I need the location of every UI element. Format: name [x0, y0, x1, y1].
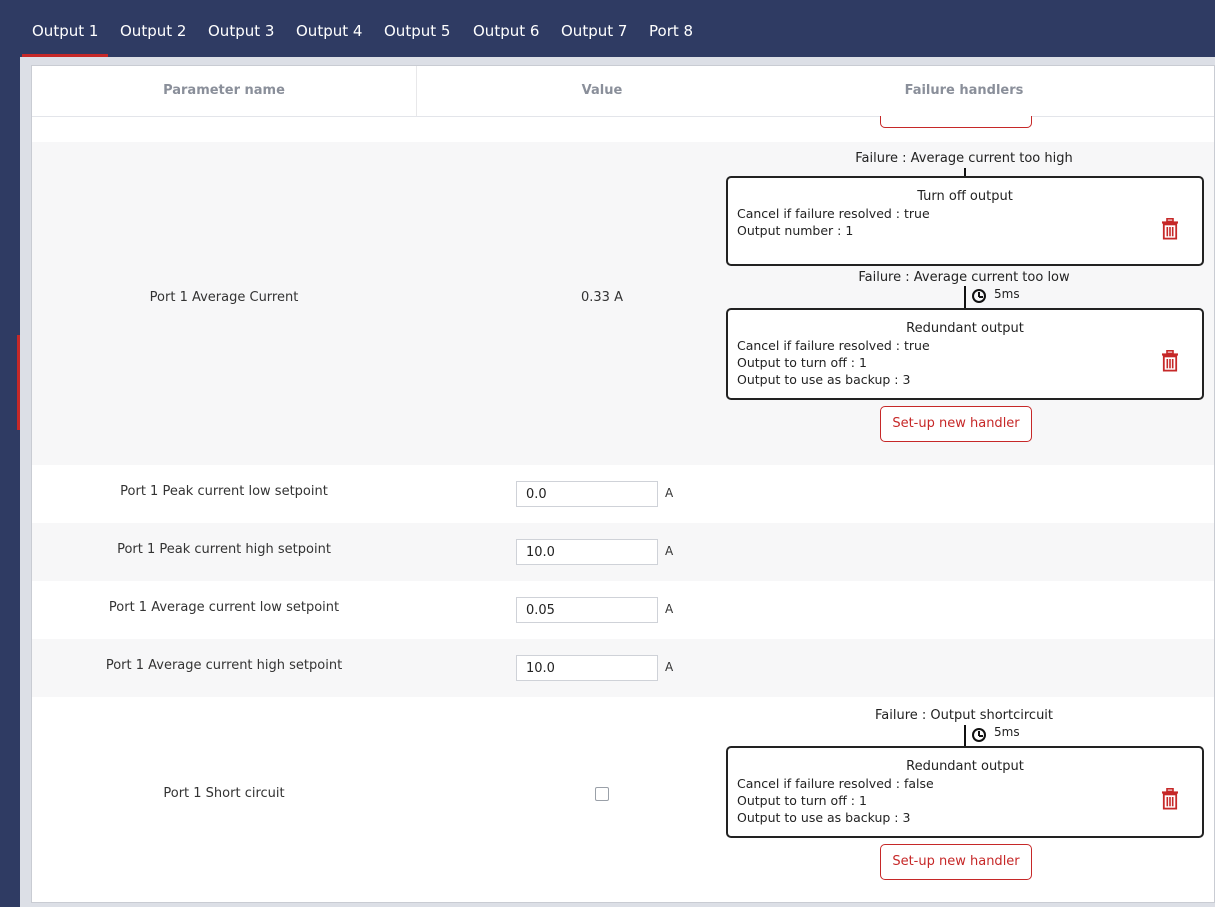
- unit-label: A: [665, 544, 674, 558]
- unit-label: A: [665, 602, 674, 616]
- handler-detail: Cancel if failure resolved : false: [737, 776, 934, 791]
- failure-handlers-cell: Failure : Output shortcircuit 5ms Redund…: [712, 697, 1214, 902]
- handler-detail: Output to turn off : 1: [737, 793, 867, 808]
- failure-handlers-cell: Failure : Average current too high Turn …: [712, 142, 1214, 465]
- tab-output-6[interactable]: Output 6: [473, 0, 539, 57]
- connector-line: [964, 168, 966, 176]
- handler-box[interactable]: Redundant output Cancel if failure resol…: [726, 746, 1204, 838]
- tab-output-3[interactable]: Output 3: [208, 0, 274, 57]
- short-circuit-checkbox[interactable]: [595, 787, 609, 801]
- trash-icon[interactable]: [1161, 350, 1179, 372]
- unit-label: A: [665, 660, 674, 674]
- parameter-name: Port 1 Peak current high setpoint: [117, 542, 331, 557]
- set-up-handler-button-partial[interactable]: [880, 116, 1032, 128]
- set-up-new-handler-button[interactable]: Set-up new handler: [880, 844, 1032, 880]
- handler-detail: Cancel if failure resolved : true: [737, 206, 930, 221]
- table-row: Port 1 Short circuit Failure : Output sh…: [32, 697, 1214, 902]
- table-row: Port 1 Average current high setpoint A: [32, 639, 1214, 697]
- tab-output-5[interactable]: Output 5: [384, 0, 450, 57]
- setpoint-input[interactable]: [516, 655, 658, 681]
- trash-icon[interactable]: [1161, 788, 1179, 810]
- parameter-table: Parameter name Value Failure handlers Po…: [31, 65, 1215, 903]
- delay-label: 5ms: [994, 287, 1020, 301]
- failure-label: Failure : Average current too high: [855, 151, 1073, 166]
- set-up-new-handler-button[interactable]: Set-up new handler: [880, 406, 1032, 442]
- parameter-name: Port 1 Average Current: [149, 290, 299, 305]
- tab-output-4[interactable]: Output 4: [296, 0, 362, 57]
- header-failure-handlers[interactable]: Failure handlers: [712, 66, 1214, 116]
- parameter-name: Port 1 Average current high setpoint: [105, 658, 343, 673]
- clock-icon: [972, 289, 986, 303]
- content-frame: Parameter name Value Failure handlers Po…: [20, 57, 1215, 907]
- header-divider: [416, 66, 417, 116]
- trash-icon[interactable]: [1161, 218, 1179, 240]
- handler-detail: Output to turn off : 1: [737, 355, 867, 370]
- table-row: Port 1 Average current low setpoint A: [32, 581, 1214, 639]
- tab-output-1[interactable]: Output 1: [21, 0, 109, 57]
- unit-label: A: [665, 486, 674, 500]
- header-parameter-name: Parameter name: [163, 83, 285, 98]
- failure-label: Failure : Output shortcircuit: [874, 708, 1054, 723]
- handler-detail: Cancel if failure resolved : true: [737, 338, 930, 353]
- table-header: Parameter name Value Failure handlers: [32, 66, 1214, 117]
- parameter-value: 0.33 A: [581, 290, 623, 305]
- handler-detail: Output to use as backup : 3: [737, 372, 911, 387]
- output-tab-bar: Output 1 Output 2 Output 3 Output 4 Outp…: [0, 0, 1215, 57]
- setpoint-input[interactable]: [516, 597, 658, 623]
- handler-title: Turn off output: [917, 189, 1013, 204]
- delay-label: 5ms: [994, 725, 1020, 739]
- parameter-name: Port 1 Peak current low setpoint: [120, 484, 328, 499]
- parameter-name: Port 1 Average current low setpoint: [108, 600, 340, 615]
- handler-box[interactable]: Turn off output Cancel if failure resolv…: [726, 176, 1204, 266]
- tab-output-7[interactable]: Output 7: [561, 0, 627, 57]
- setpoint-input[interactable]: [516, 481, 658, 507]
- header-value: Value: [581, 83, 623, 98]
- table-row: Port 1 Peak current high setpoint A: [32, 523, 1214, 581]
- handler-detail: Output number : 1: [737, 223, 854, 238]
- connector-line: [964, 286, 966, 308]
- handler-detail: Output to use as backup : 3: [737, 810, 911, 825]
- handler-title: Redundant output: [906, 321, 1024, 336]
- setpoint-input[interactable]: [516, 539, 658, 565]
- parameter-name: Port 1 Short circuit: [163, 786, 285, 801]
- table-row: Port 1 Average Current 0.33 A Failure : …: [32, 142, 1214, 465]
- table-row: Port 1 Peak current low setpoint A: [32, 465, 1214, 523]
- clock-icon: [972, 728, 986, 742]
- tab-output-2[interactable]: Output 2: [120, 0, 186, 57]
- handler-title: Redundant output: [906, 759, 1024, 774]
- failure-label: Failure : Average current too low: [858, 270, 1070, 285]
- handler-box[interactable]: Redundant output Cancel if failure resol…: [726, 308, 1204, 400]
- connector-line: [964, 725, 966, 746]
- tab-port-8[interactable]: Port 8: [649, 0, 693, 57]
